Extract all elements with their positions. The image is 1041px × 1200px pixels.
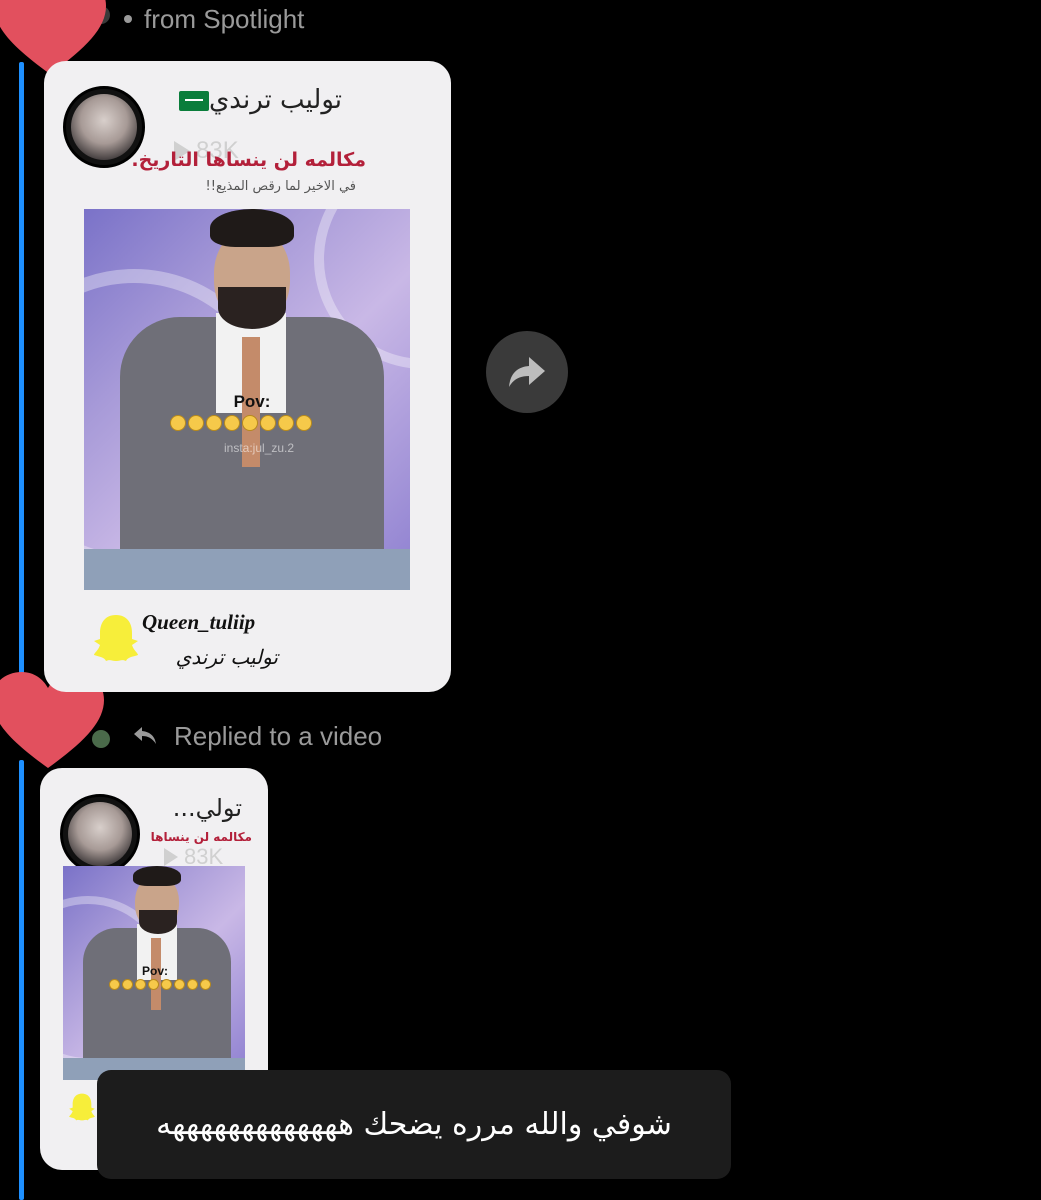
chat-message-bubble[interactable]: شوفي والله مرره يضحك هههههههههههههه xyxy=(97,1070,731,1179)
video-subheadline: في الاخير لما رقص المذيع!! xyxy=(205,179,356,194)
channel-name[interactable]: توليب ترندي xyxy=(162,85,342,115)
video-thumbnail[interactable]: Pov: xyxy=(63,866,245,1080)
thread-line-bottom xyxy=(19,760,24,1200)
video-thumbnail[interactable]: Pov: insta:jul_zu.2 xyxy=(84,209,410,590)
snapchat-ghost-icon xyxy=(68,1092,96,1122)
reply-header-label: Replied to a video xyxy=(174,720,383,751)
video-headline: مكالمه لن ينساها التاريخ. xyxy=(131,149,366,171)
crying-laughing-emojis xyxy=(109,979,211,990)
thread-line-top xyxy=(19,62,24,690)
play-icon xyxy=(164,848,178,866)
snapchat-ghost-icon xyxy=(92,613,140,663)
reply-header: Replied to a video xyxy=(132,719,382,753)
share-arrow-icon xyxy=(509,357,545,387)
saudi-flag-icon xyxy=(178,90,209,111)
channel-name[interactable]: تولي... xyxy=(150,794,242,822)
signature-username: Queen_tuliip xyxy=(142,610,256,634)
video-headline: مكالمه لن ينساها xyxy=(150,830,252,844)
spotlight-header: from Spotlight xyxy=(124,2,304,36)
chat-message-text: شوفي والله مرره يضحك هههههههههههههه xyxy=(156,1107,672,1142)
spotlight-header-label: from Spotlight xyxy=(144,3,305,34)
video-watermark: insta:jul_zu.2 xyxy=(224,441,295,455)
reply-arrow-icon xyxy=(134,727,156,744)
video-overlay-pov: Pov: xyxy=(141,964,168,978)
spotlight-video-card[interactable]: توليب ترندي 83K مكالمه لن ينساها التاريخ… xyxy=(44,61,451,692)
bullet-dot xyxy=(124,15,132,23)
video-overlay-pov: Pov: xyxy=(233,392,271,411)
signature-name: توليب ترندي xyxy=(175,645,278,669)
channel-name-label: توليب ترندي xyxy=(208,85,342,115)
channel-avatar[interactable] xyxy=(60,794,140,874)
crying-laughing-emojis xyxy=(170,415,312,431)
share-button[interactable] xyxy=(486,331,568,413)
news-desk xyxy=(84,549,410,590)
